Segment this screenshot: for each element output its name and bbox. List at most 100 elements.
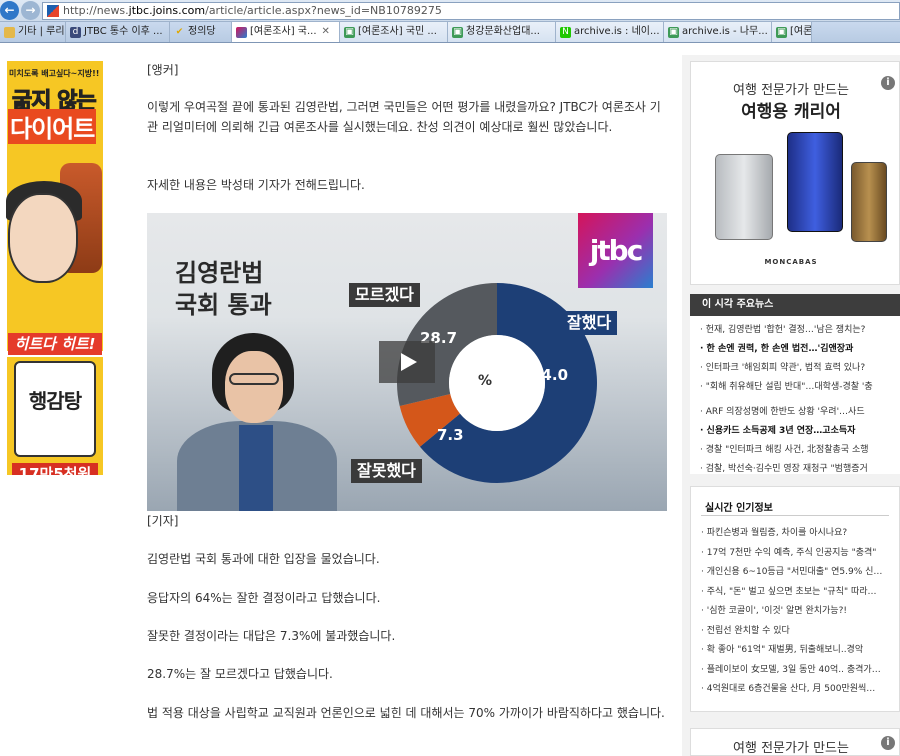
site-icon: ▣ bbox=[452, 26, 463, 38]
figure-headline-line1: 김영란법 bbox=[175, 259, 264, 287]
tab-label: 청강문화산업대... bbox=[466, 26, 540, 37]
folder-icon bbox=[4, 26, 15, 38]
ad-character-face bbox=[8, 193, 78, 283]
ad-slogan-line2: 다이어트 bbox=[8, 109, 97, 144]
dc-icon: d bbox=[70, 26, 81, 38]
ad-product-name: 행감탕 bbox=[28, 389, 82, 413]
popular-item[interactable]: · '심한 코골이', '이것' 알면 완치가능?! bbox=[701, 602, 899, 622]
person-shirt bbox=[239, 425, 273, 511]
popular-item[interactable]: · 파킨슨병과 월림증, 차이를 아시나요? bbox=[701, 524, 899, 544]
site-icon: ▣ bbox=[344, 26, 355, 38]
figure-headline: 김영란법 국회 통과 bbox=[175, 257, 272, 321]
left-banner-ad[interactable]: 미치도록 배고싶다~지방!! 굶지 않는 다이어트 히트다 히트! 행감탕 17… bbox=[0, 43, 105, 475]
top-news-box: 이 시각 주요뉴스 · 헌재, 김영란법 '합헌' 결정…'남은 쟁치는? · 한… bbox=[690, 294, 900, 474]
callout-dont-know: 모르겠다 bbox=[349, 283, 420, 307]
ad2-title: 여행 전문가가 만드는 bbox=[733, 741, 849, 756]
article-intro: 자세한 내용은 박성태 기자가 전해드립니다. bbox=[147, 178, 365, 192]
tab-label: [여론조사] 국... bbox=[250, 26, 317, 37]
bookmark-item[interactable]: 기타 | 루리웹 bbox=[0, 22, 66, 42]
reporter-tag: [기자] bbox=[147, 514, 179, 528]
suitcase-gold-icon bbox=[851, 162, 887, 242]
ad-price: 17만5천원 bbox=[12, 463, 98, 475]
tab-label: [여론 bbox=[790, 26, 812, 37]
top-news-list: · 헌재, 김영란법 '합헌' 결정…'남은 쟁치는? · 한 손엔 권력, 한 … bbox=[690, 316, 900, 479]
tab-poll[interactable]: ▣ [여론조사] 국민 ... bbox=[340, 22, 448, 42]
article-lead: 이렇게 우여곡절 끝에 통과된 김영란법, 그러면 국민들은 어떤 평가를 내렸… bbox=[147, 100, 661, 134]
luggage-ad-2[interactable]: 여행 전문가가 만드는 i bbox=[690, 728, 900, 756]
popular-item[interactable]: · 확 좋아 "61억" 재벌男, 뒤출해보니..경악 bbox=[701, 641, 899, 661]
callout-bad: 잘못했다 bbox=[351, 459, 422, 483]
value-label-good: 64.0 bbox=[531, 366, 569, 384]
suitcase-blue-icon bbox=[787, 132, 843, 232]
news-item[interactable]: · 경찰 "인터파크 해킹 사건, 北정찰총국 소행 bbox=[700, 441, 900, 460]
address-bar: ← → http://news.jtbc.joins.com/article/a… bbox=[0, 0, 900, 22]
tab-label: archive.is - 나무... bbox=[682, 26, 768, 37]
tab-article[interactable]: [여론조사] 국... ✕ bbox=[232, 22, 340, 42]
bookmark-item[interactable]: d JTBC 통수 이후 ... bbox=[66, 22, 170, 42]
news-item[interactable]: · 헌재, 김영란법 '합헌' 결정…'남은 쟁치는? bbox=[700, 321, 900, 340]
url-prefix: http://news. bbox=[63, 4, 129, 17]
url-path: /article/article.aspx?news_id=NB10789275 bbox=[205, 4, 442, 17]
popular-heading: 실시간 인기정보 bbox=[705, 503, 773, 514]
popular-item[interactable]: · 개인신용 6~10등급 "서민대출" 연5.9% 신… bbox=[701, 563, 899, 583]
popular-info-box: 실시간 인기정보 · 파킨슨병과 월림증, 차이를 아시나요? · 17억 7천만… bbox=[690, 486, 900, 712]
news-item[interactable]: · ARF 의장성명에 한반도 상황 '우려'…사드 bbox=[700, 403, 900, 422]
info-icon[interactable]: i bbox=[881, 736, 895, 750]
url-field[interactable]: http://news.jtbc.joins.com/article/artic… bbox=[42, 2, 900, 20]
tab-archive-namu[interactable]: ▣ archive.is - 나무... bbox=[664, 22, 772, 42]
popular-item[interactable]: · 전립선 완치할 수 있다 bbox=[701, 622, 899, 642]
tab-bar: 기타 | 루리웹 d JTBC 통수 이후 ... ✔ 정의당 [여론조사] 국… bbox=[0, 22, 900, 43]
news-item[interactable]: · "회해 취유해단 설립 반대"…대학생-경찰 '충 bbox=[700, 378, 900, 397]
tab-college[interactable]: ▣ 청강문화산업대... bbox=[448, 22, 556, 42]
popular-item[interactable]: · 주식, "돈" 벌고 싶으면 초보는 "규칙" 따라… bbox=[701, 583, 899, 603]
bookmark-label: 기타 | 루리웹 bbox=[18, 26, 65, 37]
video-player[interactable]: 김영란법 국회 통과 jtbc % 64.0 7.3 28.7 모르겠다 잘했다… bbox=[147, 213, 667, 511]
article-paragraph: 김영란법 국회 통과에 대한 입장을 물었습니다. bbox=[147, 552, 380, 566]
popular-list: · 파킨슨병과 월림증, 차이를 아시나요? · 17억 7천만 수익 예측, 주… bbox=[691, 516, 899, 700]
news-item[interactable]: · 한 손엔 권력, 한 손엔 법전…'김앤장과 bbox=[700, 340, 900, 359]
reporter-photo bbox=[177, 333, 347, 511]
check-icon: ✔ bbox=[175, 26, 184, 37]
top-news-heading: 이 시각 주요뉴스 bbox=[690, 294, 900, 316]
luggage-ad[interactable]: 여행 전문가가 만드는 여행용 캐리어 i MONCABAS bbox=[690, 61, 900, 285]
news-item[interactable]: · 신용카드 소득공제 3년 연장…고소득자 bbox=[700, 422, 900, 441]
ad-hit-banner: 히트다 히트! bbox=[8, 333, 102, 355]
site-icon: ▣ bbox=[776, 26, 787, 38]
anchor-tag: [앵커] bbox=[147, 63, 179, 77]
info-icon[interactable]: i bbox=[881, 76, 895, 90]
news-item[interactable]: · 검찰, 박선숙·김수민 영장 재청구 "범행증거 bbox=[700, 460, 900, 479]
ad-title-line1: 여행 전문가가 만드는 bbox=[733, 83, 849, 98]
tab-archive-naver[interactable]: N archive.is : 네이... bbox=[556, 22, 664, 42]
donut-center-label: % bbox=[478, 373, 493, 389]
figure-headline-line2: 국회 통과 bbox=[175, 291, 272, 319]
site-favicon-icon bbox=[47, 5, 59, 17]
suitcase-silver-icon bbox=[715, 154, 773, 240]
value-label-bad: 7.3 bbox=[437, 426, 464, 444]
article-paragraph: 28.7%는 잘 모르겠다고 답했습니다. bbox=[147, 667, 333, 681]
article-paragraph: 잘못한 결정이라는 대답은 7.3%에 불과했습니다. bbox=[147, 629, 396, 643]
news-item[interactable]: · 인터파크 '해임회피 약관', 법적 효력 있나? bbox=[700, 359, 900, 378]
tab-poll-2[interactable]: ▣ [여론 bbox=[772, 22, 812, 42]
person-face bbox=[225, 351, 283, 423]
article-paragraph: 응답자의 64%는 잘한 결정이라고 답했습니다. bbox=[147, 591, 381, 605]
play-icon[interactable] bbox=[379, 341, 435, 383]
ad-title-line2: 여행용 캐리어 bbox=[741, 102, 841, 122]
popular-item[interactable]: · 4억원대로 6층건물을 산다, 月 500만원씩… bbox=[701, 680, 899, 700]
bookmark-item[interactable]: ✔ 정의당 bbox=[170, 22, 232, 42]
popular-item[interactable]: · 17억 7천만 수익 예측, 주식 인공지능 "충격" bbox=[701, 544, 899, 564]
callout-good: 잘했다 bbox=[561, 311, 618, 335]
jtbc-icon bbox=[236, 26, 247, 38]
bookmark-label: 정의당 bbox=[188, 26, 216, 37]
naver-icon: N bbox=[560, 26, 571, 38]
bookmark-label: JTBC 통수 이후 ... bbox=[84, 26, 163, 37]
popular-item[interactable]: · 플레이보이 女모델, 3일 동안 40억.. 충격가… bbox=[701, 661, 899, 681]
ad-brand: MONCABAS bbox=[764, 258, 818, 266]
article-paragraph: 법 적용 대상을 사립학교 교직원과 언론인으로 넓힌 데 대해서는 70% 가… bbox=[147, 706, 665, 720]
ad-slogan-small: 미치도록 배고싶다~지방!! bbox=[9, 69, 100, 78]
close-tab-icon[interactable]: ✕ bbox=[322, 22, 330, 42]
url-host: jtbc.joins.com bbox=[128, 4, 206, 17]
back-button[interactable]: ← bbox=[0, 1, 19, 20]
tab-label: archive.is : 네이... bbox=[574, 26, 660, 37]
forward-button[interactable]: → bbox=[21, 1, 40, 20]
person-glasses bbox=[229, 373, 279, 385]
